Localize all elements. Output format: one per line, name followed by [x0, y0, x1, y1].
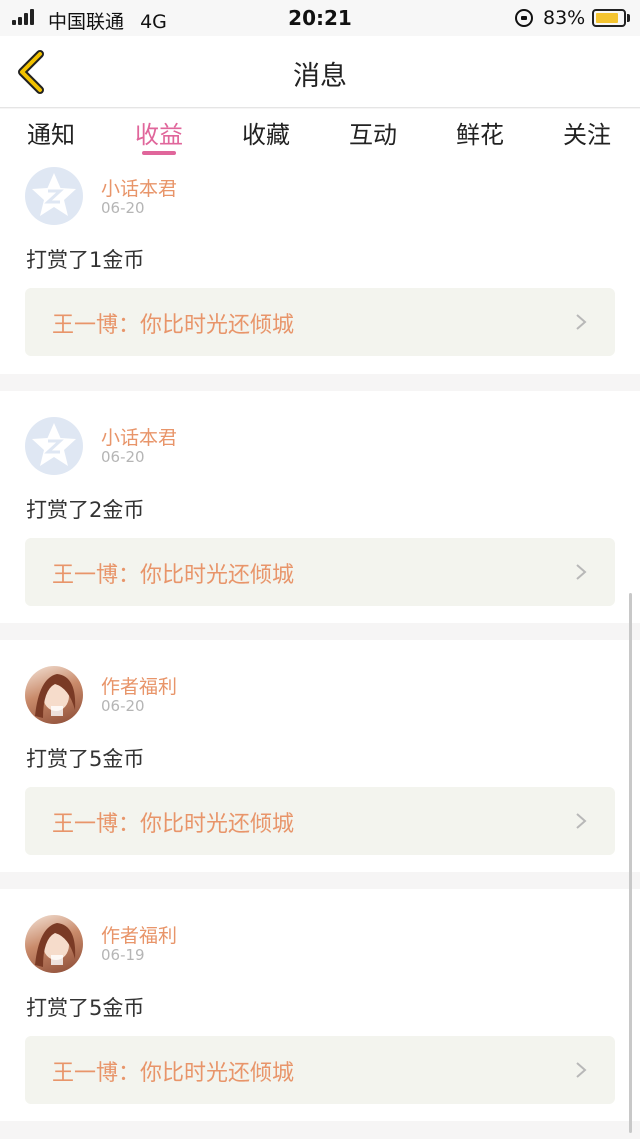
- active-tab-indicator: [142, 151, 176, 155]
- tab-favorites[interactable]: 收藏: [226, 115, 306, 150]
- tab-flowers[interactable]: 鲜花: [440, 115, 520, 150]
- username[interactable]: 小话本君: [101, 423, 177, 450]
- rotation-lock-icon: [515, 9, 533, 27]
- chevron-right-icon: [576, 813, 587, 829]
- anime-girl-avatar[interactable]: [25, 915, 83, 973]
- tab-notifications[interactable]: 通知: [11, 115, 91, 150]
- chevron-right-icon: [576, 564, 587, 580]
- book-link[interactable]: 王一博：你比时光还倾城: [25, 538, 615, 606]
- message-card: 小话本君 06-20 打赏了2金币 王一博：你比时光还倾城: [0, 391, 640, 623]
- reward-text: 打赏了1金币: [26, 248, 145, 272]
- reward-text: 打赏了5金币: [26, 747, 145, 771]
- chevron-right-icon: [576, 1062, 587, 1078]
- anime-girl-avatar[interactable]: [25, 666, 83, 724]
- book-title: 王一博：你比时光还倾城: [52, 313, 295, 338]
- book-title: 王一博：你比时光还倾城: [52, 563, 295, 588]
- message-date: 06-20: [101, 448, 145, 466]
- battery-percent: 83%: [543, 7, 586, 29]
- book-link[interactable]: 王一博：你比时光还倾城: [25, 1036, 615, 1104]
- tab-following[interactable]: 关注: [547, 115, 627, 150]
- username[interactable]: 作者福利: [101, 921, 177, 948]
- message-card: 作者福利 06-19 打赏了5金币 王一博：你比时光还倾城: [0, 889, 640, 1121]
- message-date: 06-20: [101, 697, 145, 715]
- tab-interactions[interactable]: 互动: [333, 115, 413, 150]
- book-title: 王一博：你比时光还倾城: [52, 1061, 295, 1086]
- book-link[interactable]: 王一博：你比时光还倾城: [25, 288, 615, 356]
- tab-bar: 通知 收益 收藏 互动 鲜花 关注: [0, 109, 640, 165]
- message-date: 06-19: [101, 946, 145, 964]
- book-link[interactable]: 王一博：你比时光还倾城: [25, 787, 615, 855]
- navigation-bar: 消息: [0, 36, 640, 108]
- star-avatar-icon[interactable]: [25, 167, 83, 225]
- status-bar: 中国联通 4G 20:21 83%: [0, 0, 640, 36]
- message-date: 06-20: [101, 199, 145, 217]
- message-card: 作者福利 06-20 打赏了5金币 王一博：你比时光还倾城: [0, 640, 640, 872]
- username[interactable]: 作者福利: [101, 672, 177, 699]
- tab-earnings[interactable]: 收益: [119, 115, 199, 150]
- battery-tip: [627, 14, 630, 22]
- reward-text: 打赏了2金币: [26, 498, 145, 522]
- page-title: 消息: [293, 61, 347, 92]
- message-card: 小话本君 06-20 打赏了1金币 王一博：你比时光还倾城: [0, 165, 640, 374]
- star-avatar-icon[interactable]: [25, 417, 83, 475]
- reward-text: 打赏了5金币: [26, 996, 145, 1020]
- battery-icon: [592, 9, 626, 27]
- username[interactable]: 小话本君: [101, 174, 177, 201]
- book-title: 王一博：你比时光还倾城: [52, 812, 295, 837]
- chevron-right-icon: [576, 314, 587, 330]
- scrollbar[interactable]: [629, 593, 632, 1133]
